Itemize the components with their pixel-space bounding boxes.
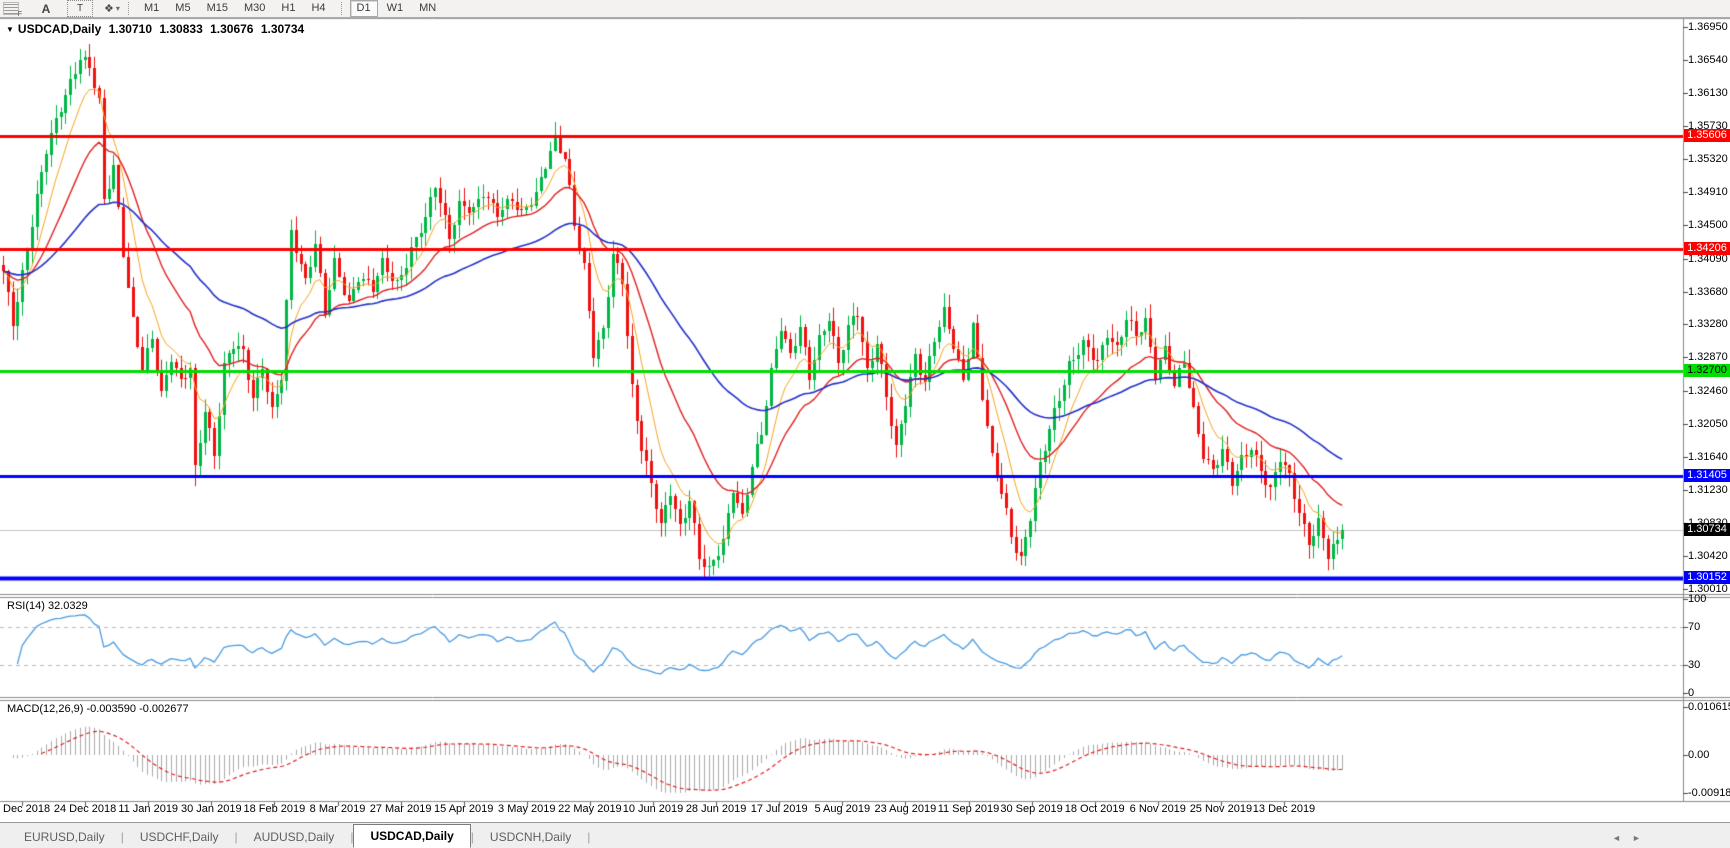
price-tick-label: 1.36130 bbox=[1688, 87, 1728, 100]
date-label: 13 Dec 2019 bbox=[1252, 803, 1316, 815]
current-price-tag: 1.30734 bbox=[1684, 523, 1730, 537]
price-tick-label: 1.31230 bbox=[1688, 484, 1728, 497]
price-tick-label: 1.36950 bbox=[1688, 21, 1728, 33]
price-tick-label: 1.32870 bbox=[1688, 351, 1728, 364]
chart-title: ▼ USDCAD,Daily 1.30710 1.30833 1.30676 1.… bbox=[6, 22, 308, 36]
macd-tick-label: 0.010615 bbox=[1688, 701, 1730, 713]
macd-label: MACD(12,26,9) -0.003590 -0.002677 bbox=[7, 703, 189, 715]
hline-price-tag: 1.31405 bbox=[1684, 469, 1730, 483]
price-tick-label: 1.32050 bbox=[1688, 417, 1728, 430]
rsi-tick-label: 30 bbox=[1688, 658, 1701, 671]
symbol-tab-audusd[interactable]: AUDUSD,Daily bbox=[238, 827, 351, 848]
price-tick-label: 1.30420 bbox=[1688, 549, 1728, 562]
macd-tick-label: 0.00 bbox=[1688, 749, 1710, 761]
ohlc-low: 1.30676 bbox=[210, 22, 254, 36]
symbol-tab-usdcnh[interactable]: USDCNH,Daily bbox=[474, 827, 587, 848]
symbol-period-label: USDCAD,Daily bbox=[17, 22, 102, 36]
tab-scroll-right-icon[interactable]: ► bbox=[1632, 833, 1641, 843]
trading-platform-window: F A T ❖ ▾ M1M5M15M30H1H4D1W1MN ▼USDCAD,D… bbox=[0, 0, 1730, 848]
tab-separator: | bbox=[587, 830, 591, 844]
price-tick-label: 1.33680 bbox=[1688, 285, 1728, 298]
symbol-tab-bar: EURUSD,Daily | USDCHF,Daily | AUDUSD,Daily | U… bbox=[0, 822, 1730, 848]
rsi-tick-label: 0 bbox=[1688, 687, 1695, 699]
price-tick-label: 1.32460 bbox=[1688, 384, 1728, 397]
price-tick-label: 1.36540 bbox=[1688, 54, 1728, 67]
rsi-tick-label: 70 bbox=[1688, 621, 1701, 634]
price-tick-label: 1.31640 bbox=[1688, 451, 1728, 463]
chart-canvas[interactable] bbox=[0, 0, 1730, 848]
hline-price-tag: 1.32700 bbox=[1684, 364, 1730, 378]
collapse-triangle-icon[interactable]: ▼ bbox=[6, 25, 14, 34]
ohlc-high: 1.30833 bbox=[159, 22, 203, 36]
symbol-tab-usdcad[interactable]: USDCAD,Daily bbox=[353, 824, 471, 848]
price-tick-label: 1.34910 bbox=[1688, 186, 1728, 199]
symbol-tab-usdchf[interactable]: USDCHF,Daily bbox=[124, 827, 235, 848]
hline-price-tag: 1.30152 bbox=[1684, 570, 1730, 584]
symbol-tab-eurusd[interactable]: EURUSD,Daily bbox=[8, 827, 121, 848]
rsi-tick-label: 100 bbox=[1688, 593, 1707, 605]
macd-tick-label: -0.009181 bbox=[1688, 787, 1730, 799]
ohlc-close: 1.30734 bbox=[260, 22, 305, 36]
rsi-label: RSI(14) 32.0329 bbox=[7, 600, 88, 612]
ohlc-open: 1.30710 bbox=[108, 22, 153, 36]
price-tick-label: 1.35320 bbox=[1688, 152, 1728, 165]
price-tick-label: 1.33280 bbox=[1688, 318, 1728, 331]
hline-price-tag: 1.34206 bbox=[1684, 242, 1730, 256]
tab-scroll-left-icon[interactable]: ◄ bbox=[1612, 833, 1621, 843]
price-tick-label: 1.34500 bbox=[1688, 219, 1728, 232]
hline-price-tag: 1.35606 bbox=[1684, 128, 1730, 142]
